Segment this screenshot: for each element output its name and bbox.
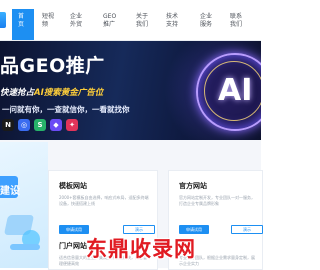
card-sub-title: 门户网站 <box>59 242 87 250</box>
hero-banner[interactable]: 品GEO推广 快速抢占AI搜索黄金广告位 一问就有你，一查就信你，一看就找你 N… <box>0 41 261 140</box>
banner-subtitle-prefix: 快速抢占 <box>0 88 35 98</box>
banner-tagline: 一问就有你，一查就信你，一看就找你 <box>2 105 130 114</box>
platform-icon: N <box>2 119 14 131</box>
ai-logo-text: AI <box>218 73 253 108</box>
card-description: 官方网站定制开发，专业团队一对一服务，打造企业专属品牌形象 <box>179 195 255 206</box>
nav-home-label: 首页 <box>18 13 25 28</box>
illustration-bar <box>10 244 40 250</box>
card-title: 模板网站 <box>59 182 87 190</box>
platform-icon: ◆ <box>50 119 62 131</box>
apply-trial-button[interactable]: 申请试用 <box>59 225 89 234</box>
nav-item-home[interactable]: 首页 <box>12 9 34 40</box>
nav-item-foreign-trade[interactable]: 企业外贸 <box>70 13 84 29</box>
top-nav: 首页 短视频 企业外贸 GEO推广 关于我们 技术支持 企业服务 联系我们 <box>0 0 261 41</box>
nav-item-services[interactable]: 企业服务 <box>200 13 214 29</box>
platform-icon: ✦ <box>66 119 78 131</box>
site-watermark: 东鼎收录网 <box>86 237 196 261</box>
nav-item-geo[interactable]: GEO推广 <box>103 13 119 29</box>
platform-icon: ◎ <box>18 119 30 131</box>
banner-subtitle-highlight: AI搜索黄金广告位 <box>34 88 104 98</box>
logo[interactable] <box>0 12 6 28</box>
left-panel-title: 建设 <box>0 186 20 197</box>
platform-icon: S <box>34 119 46 131</box>
banner-platform-icons: N ◎ S ◆ ✦ <box>2 119 78 131</box>
nav-item-short-video[interactable]: 短视频 <box>42 13 56 29</box>
nav-item-contact[interactable]: 联系我们 <box>230 13 244 29</box>
demo-button[interactable]: 演示 <box>231 225 263 234</box>
card-description: 2000+套模板自由选择，响应式布局，适配多终端设备，快速搭建上线 <box>59 195 149 206</box>
nav-item-about[interactable]: 关于我们 <box>136 13 150 29</box>
card-title: 官方网站 <box>179 182 207 190</box>
banner-subtitle: 快速抢占AI搜索黄金广告位 <box>0 86 103 98</box>
nav-item-tech-support[interactable]: 技术支持 <box>166 13 180 29</box>
banner-title: 品GEO推广 <box>0 55 105 77</box>
